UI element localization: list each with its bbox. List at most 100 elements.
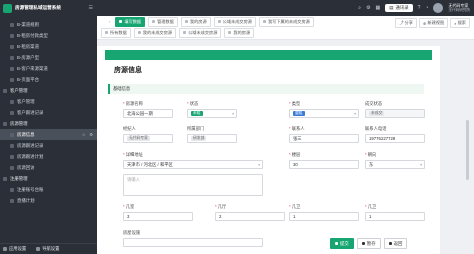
tab-tools: ⤴ 分享 ⊕ 新建视图 ⌕ 搜索	[395, 18, 470, 28]
sidebar-item[interactable]: B-页面平台	[0, 74, 97, 85]
name-field[interactable]: 北海公园一期	[123, 109, 173, 118]
user-info[interactable]: 无代码专家 无代码研究院	[448, 3, 470, 13]
halls-field[interactable]: 2	[215, 212, 285, 221]
app-logo-icon	[3, 3, 12, 13]
form-title: 房源信息	[114, 67, 142, 74]
contacts-button[interactable]: ▤ 通讯录	[385, 4, 413, 12]
page-icon	[10, 165, 14, 170]
sidebar-item[interactable]: 房源信息 ☆ ⚙	[0, 129, 97, 140]
sidebar-item[interactable]: 客户管理	[0, 96, 97, 107]
tab[interactable]: 所有数据	[101, 27, 131, 38]
back-button[interactable]: 返回	[383, 238, 408, 249]
chevron-left-icon[interactable]: ‹	[107, 19, 112, 24]
sidebar-item[interactable]: 房源跟进计划	[0, 151, 97, 162]
sidebar-item[interactable]: B-客户来源渠道	[0, 63, 97, 74]
sidebar-item-label: 房源跟进计划	[17, 153, 44, 159]
search-icon[interactable]: ⌕	[358, 5, 361, 11]
folder-icon	[3, 88, 7, 93]
star-icon[interactable]: ☆	[82, 132, 86, 137]
grid-icon[interactable]: ▦	[376, 5, 381, 11]
sidebar-item[interactable]: 直播计划	[0, 195, 97, 206]
kitchens-field[interactable]: 1	[365, 212, 425, 221]
contact-field[interactable]: 张三	[289, 134, 359, 143]
plus-icon: ⊕	[422, 20, 427, 26]
sidebar-item-label: B-租房渠道	[17, 43, 39, 49]
tab[interactable]: 公域未成交房源	[213, 16, 256, 27]
sidebar-item-label: 注册管理	[10, 175, 28, 181]
page-icon	[10, 66, 14, 71]
search-button[interactable]: ⌕ 搜索	[450, 18, 470, 28]
type-select[interactable]: 整租 ▾	[289, 109, 359, 118]
contacts-icon: ▤	[389, 5, 394, 10]
user-org: 无代码研究院	[448, 8, 470, 12]
topbar-actions: ⌕ ⚙ ▦ ▤ 通讯录 ? ◔ 无代码专家 无代码研究院	[358, 3, 474, 13]
collapse-menu-icon[interactable]: ☰	[89, 5, 93, 11]
save-draft-button[interactable]: 暂存	[356, 238, 381, 249]
sidebar-item[interactable]: B-渠道规则	[0, 19, 97, 30]
tab[interactable]: 我的房源	[180, 16, 211, 27]
tab-label: 公域未成交房源	[222, 18, 252, 24]
baths-label: *几卫	[289, 204, 301, 209]
bell-icon[interactable]: ◔	[425, 5, 428, 11]
tab[interactable]: 公域未成交房源	[179, 27, 222, 38]
sidebar-item-label: B-租房付款类型	[17, 32, 48, 38]
sidebar-item[interactable]: 房源跟进记录	[0, 140, 97, 151]
sidebar-group[interactable]: 房源管理	[0, 118, 97, 129]
baths-field[interactable]: 1	[289, 212, 359, 221]
share-button[interactable]: ⤴ 分享	[395, 18, 417, 28]
dept-field[interactable]: 研发部	[187, 134, 237, 143]
tab[interactable]: 我的未成交房源	[133, 27, 177, 38]
orientation-value: 东	[369, 161, 374, 167]
tab[interactable]: 填写数据	[115, 16, 146, 27]
type-label: *类型	[289, 101, 301, 106]
nav-icon	[36, 247, 41, 251]
settings-icon[interactable]: ⚙	[366, 5, 370, 11]
orientation-select[interactable]: 东 ▾	[365, 160, 425, 169]
tab-icon	[228, 31, 232, 34]
new-view-button[interactable]: ⊕ 新建视图	[418, 18, 449, 28]
page-icon	[10, 110, 14, 115]
address-detail-textarea[interactable]: 请输入	[123, 174, 263, 196]
settings-icon[interactable]: ⚙	[89, 132, 93, 137]
sidebar-item[interactable]: 注册账号台账	[0, 184, 97, 195]
tab[interactable]: 管理数据	[148, 16, 178, 27]
nav-settings-label: 导航设置	[42, 246, 60, 251]
sidebar-item[interactable]: B-租房付款类型	[0, 30, 97, 41]
halls-label: *几厅	[215, 204, 227, 209]
back-icon	[388, 242, 392, 245]
address-select[interactable]: 天津市 / 河北区 / 和平区 ▾	[123, 160, 263, 169]
sidebar-item[interactable]: 房源回访	[0, 162, 97, 173]
area-field[interactable]: 30	[289, 160, 359, 169]
tab-label: 管理数据	[157, 18, 174, 24]
tab[interactable]: 我写下属的未成交房源	[258, 16, 314, 27]
app-settings-link[interactable]: 应用设置	[3, 246, 26, 252]
sidebar-group[interactable]: 注册管理	[0, 173, 97, 184]
sidebar-item[interactable]: B-房源户型	[0, 52, 97, 63]
dept-chip: 研发部	[191, 136, 207, 141]
phone-field[interactable]: 19776227728	[365, 134, 425, 143]
facilities-field[interactable]	[123, 238, 263, 247]
search-icon: ⌕	[454, 20, 457, 26]
scrollbar[interactable]	[466, 120, 469, 180]
tab-icon	[119, 20, 123, 23]
sidebar-item[interactable]: B-租房渠道	[0, 41, 97, 52]
rooms-field[interactable]: 3	[123, 212, 193, 221]
tab[interactable]: 我的房源	[224, 27, 255, 38]
page-icon	[10, 198, 14, 203]
page-icon	[10, 143, 14, 148]
area-value: 30	[293, 162, 298, 167]
status-select[interactable]: 未租 ▾	[187, 109, 237, 118]
avatar[interactable]	[433, 3, 444, 13]
agent-field[interactable]: 无代码专家	[123, 134, 173, 143]
nav-settings-link[interactable]: 导航设置	[36, 246, 59, 252]
help-icon[interactable]: ?	[418, 5, 421, 11]
type-chip: 整租	[293, 111, 305, 116]
page-icon	[10, 154, 14, 159]
phone-value: 19776227728	[369, 136, 396, 141]
chevron-down-icon: ▾	[354, 111, 356, 116]
sidebar-item-label: 房源回访	[17, 164, 35, 170]
sidebar-group[interactable]: 客户管理	[0, 85, 97, 96]
sidebar-item[interactable]: 客户跟进记录	[0, 107, 97, 118]
submit-button[interactable]: 提交	[330, 238, 354, 249]
kitchens-value: 1	[369, 214, 372, 219]
